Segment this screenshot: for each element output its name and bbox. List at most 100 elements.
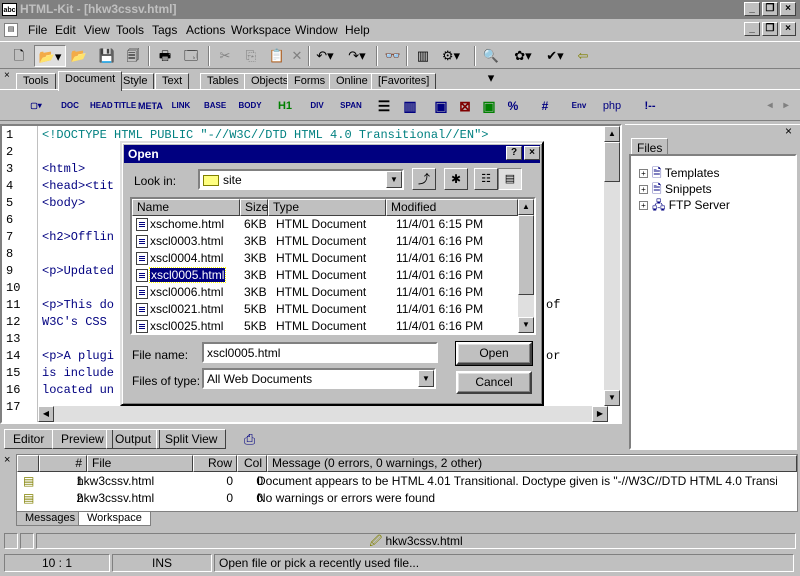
tab-editor[interactable]: Editor xyxy=(4,429,54,449)
tab-text[interactable]: Text xyxy=(155,73,190,90)
layout-icon[interactable]: ▥ xyxy=(412,45,434,67)
doc-restore-button[interactable]: ❐ xyxy=(762,22,778,36)
doc-minimize-button[interactable]: _ xyxy=(744,22,760,36)
find-icon[interactable]: 👓 xyxy=(382,45,404,67)
tab-tables[interactable]: Tables xyxy=(200,73,246,90)
up-folder-icon[interactable]: ⤴ xyxy=(412,168,436,190)
tab-messages[interactable]: Messages xyxy=(16,512,85,526)
tab-output[interactable]: Output xyxy=(106,429,161,449)
redo-icon[interactable]: ↷▾ xyxy=(346,45,368,67)
file-row[interactable]: xscl0003.html 3KB HTML Document 11/4/01 6:1… xyxy=(132,233,522,250)
delete-icon[interactable]: ✕ xyxy=(286,45,308,67)
menu-edit[interactable]: Edit xyxy=(55,23,76,37)
back-arrow-icon[interactable]: ⇦ xyxy=(572,45,594,67)
iframe-icon[interactable]: ▣ xyxy=(478,94,500,118)
comment-button[interactable]: !-- xyxy=(638,94,662,118)
dialog-close-button[interactable]: × xyxy=(524,146,540,160)
tidy-icon[interactable]: ⚙▾ xyxy=(440,45,462,67)
file-row[interactable]: xscl0006.html 3KB HTML Document 11/4/01 6:1… xyxy=(132,284,522,301)
help-button[interactable]: ? xyxy=(506,146,522,160)
tab-online[interactable]: Online xyxy=(329,73,375,90)
plugins-icon[interactable]: ✿▾ xyxy=(512,45,534,67)
align-icon[interactable]: ☰ xyxy=(374,94,394,118)
files-tree[interactable]: + 🗎 Templates + 🗎 Snippets + 🖧 FTP Server xyxy=(629,154,797,450)
col-number[interactable]: # xyxy=(39,455,87,472)
print-icon[interactable]: 🖶 xyxy=(154,45,176,67)
file-row[interactable]: xscl0025.html 5KB HTML Document 11/4/01 6:1… xyxy=(132,318,522,335)
messages-list[interactable]: # File Row Col Message (0 errors, 0 warn… xyxy=(16,454,798,512)
new-folder-icon[interactable]: ✱ xyxy=(444,168,468,190)
base-button[interactable]: BASE xyxy=(204,94,226,118)
save-icon[interactable]: 💾 xyxy=(96,45,118,67)
col-name[interactable]: Name xyxy=(132,199,240,216)
cut-icon[interactable]: ✂ xyxy=(214,45,236,67)
new-file-icon[interactable]: 🗋 xyxy=(8,45,30,67)
details-view-icon[interactable]: ▤ xyxy=(498,168,522,190)
col-col[interactable]: Col xyxy=(237,455,267,472)
scroll-right-icon[interactable]: ▶ xyxy=(592,406,608,422)
menu-workspace[interactable]: Workspace xyxy=(231,23,291,37)
scroll-down-icon[interactable]: ▼ xyxy=(518,317,534,333)
tab-forms[interactable]: Forms xyxy=(287,73,333,90)
h1-button[interactable]: H1 xyxy=(274,94,296,118)
editor-horizontal-scrollbar[interactable]: ◀ ▶ xyxy=(38,406,608,422)
file-row[interactable]: xschome.html 6KB HTML Document 11/4/01 6:15… xyxy=(132,216,522,233)
tab-split-view[interactable]: Split View xyxy=(156,429,227,449)
chevron-down-icon[interactable]: ▼ xyxy=(418,370,434,387)
open-recent-icon[interactable]: 📂 xyxy=(68,45,90,67)
col-type[interactable]: Type xyxy=(268,199,386,216)
menu-tags[interactable]: Tags xyxy=(152,23,177,37)
maximize-button[interactable]: ❐ xyxy=(762,2,778,16)
col-icon[interactable] xyxy=(17,455,39,472)
preview-browser-icon[interactable]: ⎙ xyxy=(244,431,255,448)
php-button[interactable]: php xyxy=(600,94,624,118)
validate-icon[interactable]: ✔▾ xyxy=(544,45,566,67)
open-button[interactable]: Open xyxy=(455,341,533,366)
col-row[interactable]: Row xyxy=(193,455,237,472)
scroll-thumb[interactable] xyxy=(604,142,620,182)
scroll-left-icon[interactable]: ◂ xyxy=(764,94,776,118)
menu-view[interactable]: View xyxy=(84,23,110,37)
frame-delete-icon[interactable]: ⊠ xyxy=(454,94,476,118)
span-button[interactable]: SPAN xyxy=(338,94,364,118)
env-var-button[interactable]: Env Var xyxy=(566,94,592,134)
frame-icon[interactable]: ▣ xyxy=(430,94,452,118)
scroll-up-icon[interactable]: ▲ xyxy=(518,199,534,215)
file-list[interactable]: Name Size Type Modified xschome.html 6KB H… xyxy=(130,197,536,335)
current-file-tab[interactable]: 🖉 hkw3cssv.html xyxy=(36,533,796,549)
cancel-button[interactable]: Cancel xyxy=(456,371,532,394)
scroll-thumb[interactable] xyxy=(518,215,534,295)
col-message[interactable]: Message (0 errors, 0 warnings, 2 other) xyxy=(267,455,797,472)
tab-preview[interactable]: Preview xyxy=(52,429,113,449)
tab-favorites[interactable]: [Favorites] xyxy=(371,73,437,90)
tab-document[interactable]: Document xyxy=(58,71,123,91)
editor-vertical-scrollbar[interactable]: ▲ ▼ xyxy=(604,126,620,406)
menu-file[interactable]: File xyxy=(28,23,47,37)
percent-button[interactable]: % xyxy=(502,94,524,118)
scroll-down-icon[interactable]: ▼ xyxy=(604,390,620,406)
menu-tools[interactable]: Tools xyxy=(116,23,144,37)
look-in-select[interactable]: site ▼ xyxy=(198,169,404,190)
title-button[interactable]: TITLE xyxy=(114,94,136,118)
doc-button[interactable]: DOC xyxy=(56,94,84,118)
close-toolbar-icon[interactable]: × xyxy=(4,71,14,82)
col-modified[interactable]: Modified xyxy=(386,199,518,216)
menu-actions[interactable]: Actions xyxy=(186,23,225,37)
scroll-left-icon[interactable]: ◀ xyxy=(38,406,54,422)
menu-window[interactable]: Window xyxy=(295,23,338,37)
close-button[interactable]: × xyxy=(780,2,796,16)
minimize-button[interactable]: _ xyxy=(744,2,760,16)
chevron-down-icon[interactable]: ▼ xyxy=(386,171,402,188)
tab-workspace[interactable]: Workspace xyxy=(78,512,151,526)
properties-icon[interactable]: 🗔 xyxy=(180,45,202,67)
doc-close-button[interactable]: × xyxy=(780,22,796,36)
hash-button[interactable]: # xyxy=(534,94,556,118)
head-button[interactable]: HEAD xyxy=(90,94,113,118)
tab-tools[interactable]: Tools xyxy=(16,73,56,90)
undo-icon[interactable]: ↶▾ xyxy=(314,45,336,67)
menu-help[interactable]: Help xyxy=(345,23,370,37)
files-panel-close-icon[interactable]: × xyxy=(785,124,792,138)
col-size[interactable]: Size xyxy=(240,199,268,216)
files-of-type-select[interactable]: All Web Documents ▼ xyxy=(202,368,436,389)
file-row[interactable]: xscl0021.html 5KB HTML Document 11/4/01 6:1… xyxy=(132,301,522,318)
